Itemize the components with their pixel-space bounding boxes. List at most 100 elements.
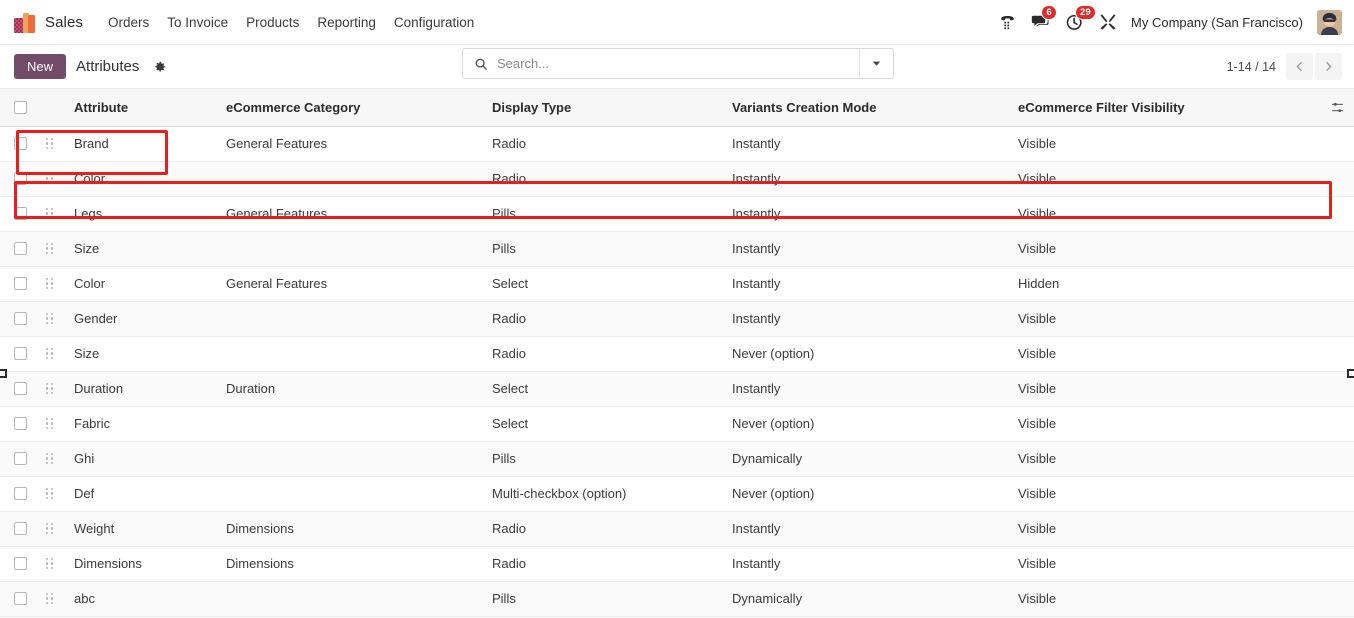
search-bar[interactable] — [462, 48, 894, 79]
cell-display-type: Pills — [484, 441, 724, 477]
debug-tools-icon[interactable] — [1099, 13, 1117, 31]
row-checkbox[interactable] — [14, 312, 27, 325]
new-button[interactable]: New — [14, 54, 67, 79]
cell-row-options — [1320, 161, 1354, 197]
cell-ecommerce-category — [218, 476, 484, 512]
row-checkbox[interactable] — [14, 417, 27, 430]
row-drag-handle[interactable] — [46, 277, 54, 290]
table-row[interactable]: Size Radio Never (option) Visible — [0, 336, 1354, 372]
row-drag-handle[interactable] — [46, 312, 54, 325]
messaging-chat-icon[interactable]: 6 — [1031, 5, 1058, 32]
pager: 1-14 / 14 — [1227, 53, 1342, 80]
search-input[interactable] — [497, 56, 859, 71]
table-row[interactable]: Brand General Features Radio Instantly Visib… — [0, 126, 1354, 162]
cell-display-type: Pills — [484, 581, 724, 617]
row-checkbox[interactable] — [14, 487, 27, 500]
cell-filter-visibility: Visible — [1010, 511, 1320, 547]
menu-item-reporting[interactable]: Reporting — [308, 9, 385, 36]
row-handle-cell — [38, 196, 66, 232]
row-drag-handle[interactable] — [46, 487, 54, 500]
activities-clock-icon[interactable]: 29 — [1065, 5, 1096, 32]
table-row[interactable]: Color General Features Select Instantly Hidd… — [0, 266, 1354, 302]
table-row[interactable]: Ghi Pills Dynamically Visible — [0, 441, 1354, 477]
column-header-ecommerce-filter-visibility[interactable]: eCommerce Filter Visibility — [1010, 89, 1320, 127]
breadcrumb[interactable]: Attributes — [76, 58, 139, 75]
gear-icon[interactable] — [153, 60, 167, 74]
cell-filter-visibility: Visible — [1010, 581, 1320, 617]
cell-attribute: Fabric — [66, 406, 218, 442]
company-name[interactable]: My Company (San Francisco) — [1131, 15, 1303, 30]
top-navbar: Sales Orders To Invoice Products Reporti… — [0, 0, 1354, 45]
row-checkbox[interactable] — [14, 207, 27, 220]
table-row[interactable]: Size Pills Instantly Visible — [0, 231, 1354, 267]
row-checkbox[interactable] — [14, 382, 27, 395]
user-avatar[interactable] — [1317, 9, 1342, 35]
table-row[interactable]: Legs General Features Pills Instantly Visibl… — [0, 196, 1354, 232]
cell-attribute: Weight — [66, 511, 218, 547]
select-all-checkbox[interactable] — [14, 100, 27, 114]
row-drag-handle[interactable] — [46, 592, 54, 605]
row-select-cell — [0, 301, 38, 337]
row-checkbox[interactable] — [14, 557, 27, 570]
column-header-attribute[interactable]: Attribute — [66, 89, 218, 127]
row-handle-cell — [38, 231, 66, 267]
row-checkbox[interactable] — [14, 522, 27, 535]
cell-display-type: Radio — [484, 126, 724, 162]
table-row[interactable]: Gender Radio Instantly Visible — [0, 301, 1354, 337]
row-checkbox[interactable] — [14, 592, 27, 605]
sales-app-icon[interactable] — [14, 11, 36, 33]
cell-filter-visibility: Visible — [1010, 301, 1320, 337]
cell-attribute: Duration — [66, 371, 218, 407]
row-drag-handle[interactable] — [46, 137, 54, 150]
row-checkbox[interactable] — [14, 452, 27, 465]
row-resize-handle-left[interactable] — [0, 369, 7, 378]
row-select-cell — [0, 406, 38, 442]
column-header-variants-creation-mode[interactable]: Variants Creation Mode — [724, 89, 1010, 127]
row-checkbox[interactable] — [14, 172, 27, 185]
cell-filter-visibility: Visible — [1010, 406, 1320, 442]
row-checkbox[interactable] — [14, 347, 27, 360]
cell-variants-creation-mode: Instantly — [724, 371, 1010, 407]
pager-next-button[interactable] — [1315, 53, 1342, 80]
row-drag-handle[interactable] — [46, 207, 54, 220]
row-resize-handle-right[interactable] — [1347, 369, 1354, 378]
menu-item-configuration[interactable]: Configuration — [385, 9, 483, 36]
table-row[interactable]: Dimensions Dimensions Radio Instantly Visibl… — [0, 546, 1354, 582]
column-options-icon[interactable] — [1328, 101, 1346, 114]
app-name[interactable]: Sales — [45, 14, 83, 31]
table-row[interactable]: Fabric Select Never (option) Visible — [0, 406, 1354, 442]
search-dropdown-toggle[interactable] — [859, 49, 893, 78]
row-drag-handle[interactable] — [46, 557, 54, 570]
row-drag-handle[interactable] — [46, 382, 54, 395]
select-all-header — [0, 89, 38, 127]
row-drag-handle[interactable] — [46, 452, 54, 465]
row-drag-handle[interactable] — [46, 172, 54, 185]
voip-dialpad-icon[interactable] — [998, 13, 1017, 32]
column-header-display-type[interactable]: Display Type — [484, 89, 724, 127]
row-drag-handle[interactable] — [46, 242, 54, 255]
table-row[interactable]: Duration Duration Select Instantly Visible — [0, 371, 1354, 407]
cell-attribute: Size — [66, 336, 218, 372]
column-header-ecommerce-category[interactable]: eCommerce Category — [218, 89, 484, 127]
row-checkbox[interactable] — [14, 137, 27, 150]
row-drag-handle[interactable] — [46, 417, 54, 430]
table-row[interactable]: Weight Dimensions Radio Instantly Visible — [0, 511, 1354, 547]
row-handle-cell — [38, 126, 66, 162]
cell-row-options — [1320, 511, 1354, 547]
cell-display-type: Radio — [484, 161, 724, 197]
menu-item-orders[interactable]: Orders — [99, 9, 158, 36]
cell-variants-creation-mode: Instantly — [724, 301, 1010, 337]
row-drag-handle[interactable] — [46, 347, 54, 360]
cell-ecommerce-category — [218, 231, 484, 267]
row-drag-handle[interactable] — [46, 522, 54, 535]
row-select-cell — [0, 196, 38, 232]
row-checkbox[interactable] — [14, 277, 27, 290]
menu-item-to-invoice[interactable]: To Invoice — [158, 9, 237, 36]
table-row[interactable]: Def Multi-checkbox (option) Never (option)… — [0, 476, 1354, 512]
pager-previous-button[interactable] — [1286, 53, 1313, 80]
row-handle-cell — [38, 476, 66, 512]
row-checkbox[interactable] — [14, 242, 27, 255]
table-row[interactable]: Color Radio Instantly Visible — [0, 161, 1354, 197]
menu-item-products[interactable]: Products — [237, 9, 308, 36]
table-row[interactable]: abc Pills Dynamically Visible — [0, 581, 1354, 617]
